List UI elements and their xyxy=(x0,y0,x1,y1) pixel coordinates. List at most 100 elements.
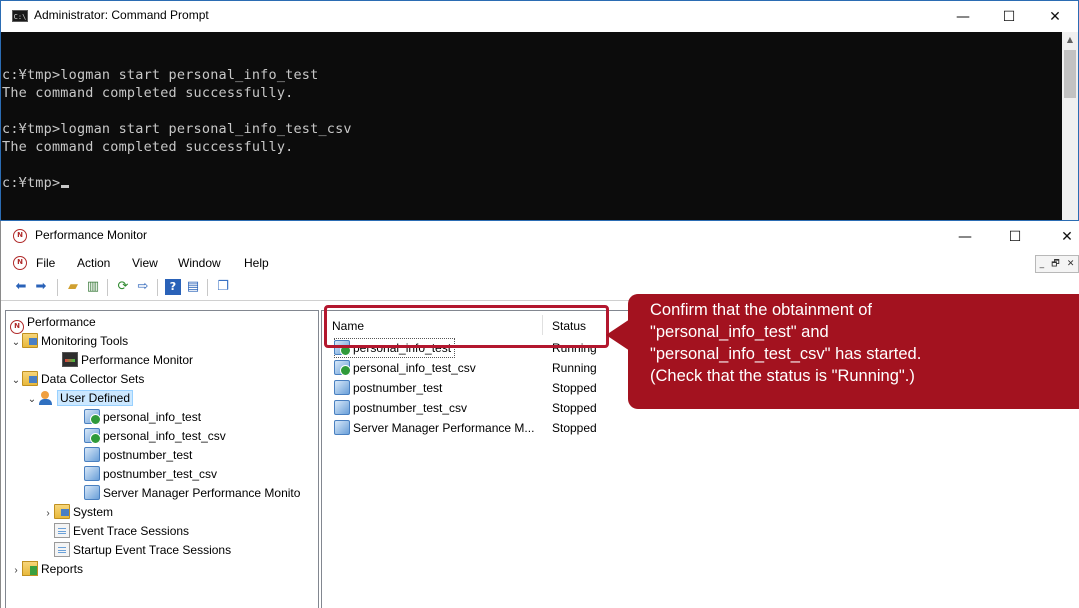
tree-label: Event Trace Sessions xyxy=(73,524,190,538)
console-prompt-line[interactable]: c:¥tmp> xyxy=(2,174,1064,192)
cmd-close-button[interactable]: ✕ xyxy=(1032,1,1078,32)
menu-file[interactable]: File xyxy=(36,256,55,270)
reports-folder-icon xyxy=(22,561,38,576)
chevron-down-icon[interactable]: ⌄ xyxy=(10,333,22,352)
tree-label: System xyxy=(73,505,114,519)
callout-pointer xyxy=(606,319,630,351)
perfmon-window-title: Performance Monitor xyxy=(35,228,148,242)
row-name: postnumber_test_csv xyxy=(353,401,468,415)
list-row[interactable]: Server Manager Performance M... Stopped xyxy=(328,418,1068,438)
column-header-name[interactable]: Name xyxy=(332,317,364,335)
data-collector-sets-folder-icon xyxy=(22,371,38,386)
row-status: Running xyxy=(552,361,597,375)
perfmon-app-icon: N xyxy=(13,229,27,243)
user-defined-users-icon xyxy=(38,390,54,405)
tree-label: postnumber_test_csv xyxy=(103,467,218,481)
tree-node-user-defined[interactable]: ⌄ User Defined xyxy=(26,389,134,409)
tree-node-performance[interactable]: N Performance xyxy=(10,313,96,334)
perfmon-maximize-button[interactable]: ☐ xyxy=(992,221,1038,252)
cmd-vertical-scrollbar[interactable]: ▲ xyxy=(1062,32,1078,220)
menu-window[interactable]: Window xyxy=(178,256,221,270)
help-icon[interactable]: ? xyxy=(165,279,181,295)
perfmon-title-bar[interactable]: N Performance Monitor — ☐ ✕ xyxy=(1,221,1079,252)
console-output[interactable]: c:¥tmp>logman start personal_info_test T… xyxy=(1,32,1064,220)
tree-node-performance-monitor[interactable]: Performance Monitor xyxy=(62,351,193,370)
up-folder-icon[interactable]: ▰ xyxy=(65,279,81,295)
tree-node-postnumber-test[interactable]: postnumber_test xyxy=(84,446,192,465)
tree-label: Performance Monitor xyxy=(81,353,194,367)
tree-node-reports[interactable]: › Reports xyxy=(10,560,83,579)
tree-node-server-manager-performance-monitor[interactable]: Server Manager Performance Monito xyxy=(84,484,300,503)
text-cursor xyxy=(61,185,70,188)
chevron-right-icon[interactable]: › xyxy=(42,504,54,523)
performance-monitor-window: N Performance Monitor — ☐ ✕ N File Actio… xyxy=(0,221,1079,608)
system-folder-icon xyxy=(54,504,70,519)
perfmon-close-button[interactable]: ✕ xyxy=(1044,221,1079,252)
navigation-tree[interactable]: N Performance ⌄ Monitoring Tools Performan… xyxy=(5,310,319,608)
row-name-cell: postnumber_test xyxy=(334,378,442,398)
properties-icon[interactable]: ▤ xyxy=(185,279,201,295)
instruction-callout: Confirm that the obtainment of "personal… xyxy=(628,294,1079,409)
data-collector-set-running-icon xyxy=(334,340,351,356)
cmd-maximize-button[interactable]: ☐ xyxy=(986,1,1032,32)
mdi-restore-button[interactable]: 🗗 xyxy=(1051,256,1059,272)
row-name-cell: postnumber_test_csv xyxy=(334,398,467,418)
callout-text-line: "personal_info_test_csv" has started. xyxy=(650,345,922,363)
data-collector-set-icon xyxy=(84,485,100,500)
data-collector-set-icon xyxy=(84,466,100,481)
tree-node-system[interactable]: › System xyxy=(42,503,113,522)
tree-label: postnumber_test xyxy=(103,448,193,462)
new-window-icon[interactable]: ❐ xyxy=(215,279,231,295)
column-header-status[interactable]: Status xyxy=(552,317,586,335)
tree-node-personal-info-test[interactable]: personal_info_test xyxy=(84,408,201,427)
cmd-app-icon: C:\ xyxy=(12,10,28,22)
toolbar-separator xyxy=(107,279,108,296)
tree-label: Reports xyxy=(41,562,84,576)
row-name-cell: Server Manager Performance M... xyxy=(334,418,534,438)
menu-help[interactable]: Help xyxy=(244,256,269,270)
cmd-minimize-button[interactable]: — xyxy=(940,1,986,32)
chevron-right-icon[interactable]: › xyxy=(10,561,22,580)
monitoring-tools-folder-icon xyxy=(22,333,38,348)
back-arrow-icon[interactable]: ⬅ xyxy=(13,279,29,295)
export-list-icon[interactable]: ⇨ xyxy=(135,279,151,295)
forward-arrow-icon[interactable]: ➡ xyxy=(33,279,49,295)
refresh-icon[interactable]: ⟳ xyxy=(115,279,131,295)
tree-node-data-collector-sets[interactable]: ⌄ Data Collector Sets xyxy=(10,370,144,389)
scroll-up-arrow-icon[interactable]: ▲ xyxy=(1062,32,1078,48)
startup-event-trace-sessions-icon xyxy=(54,542,70,557)
row-status: Stopped xyxy=(552,401,597,415)
cmd-window-title: Administrator: Command Prompt xyxy=(34,8,209,22)
callout-text-line: (Check that the status is "Running".) xyxy=(650,367,915,385)
tree-label: Data Collector Sets xyxy=(41,372,145,386)
event-trace-sessions-icon xyxy=(54,523,70,538)
perfmon-minimize-button[interactable]: — xyxy=(942,221,988,252)
chevron-down-icon[interactable]: ⌄ xyxy=(10,371,22,390)
tree-node-startup-event-trace-sessions[interactable]: Startup Event Trace Sessions xyxy=(54,541,231,560)
row-name: personal_info_test_csv xyxy=(353,361,476,375)
menu-view[interactable]: View xyxy=(132,256,158,270)
menu-action[interactable]: Action xyxy=(77,256,110,270)
toolbar-separator xyxy=(57,279,58,296)
cmd-title-bar[interactable]: C:\ Administrator: Command Prompt — ☐ ✕ xyxy=(1,1,1078,32)
toolbar-separator xyxy=(157,279,158,296)
tree-node-personal-info-test-csv[interactable]: personal_info_test_csv xyxy=(84,427,226,446)
tree-label: personal_info_test xyxy=(103,410,202,424)
row-name-cell: personal_info_test_csv xyxy=(334,358,476,378)
system-menu-icon[interactable]: N xyxy=(13,256,27,270)
tree-node-postnumber-test-csv[interactable]: postnumber_test_csv xyxy=(84,465,217,484)
tree-label: Startup Event Trace Sessions xyxy=(73,543,232,557)
show-hide-tree-icon[interactable]: ▥ xyxy=(85,279,101,295)
console-line: c:¥tmp>logman start personal_info_test_c… xyxy=(2,121,352,137)
chevron-down-icon[interactable]: ⌄ xyxy=(26,390,38,409)
tree-node-monitoring-tools[interactable]: ⌄ Monitoring Tools xyxy=(10,332,128,351)
tree-label: personal_info_test_csv xyxy=(103,429,226,443)
tree-node-event-trace-sessions[interactable]: Event Trace Sessions xyxy=(54,522,189,541)
console-line: c:¥tmp>logman start personal_info_test xyxy=(2,67,319,83)
column-divider[interactable] xyxy=(542,315,543,335)
mdi-close-button[interactable]: ✕ xyxy=(1067,259,1075,269)
console-line: The command completed successfully. xyxy=(2,139,294,155)
scrollbar-thumb[interactable] xyxy=(1064,50,1076,98)
mdi-minimize-button[interactable]: _ xyxy=(1040,259,1045,269)
